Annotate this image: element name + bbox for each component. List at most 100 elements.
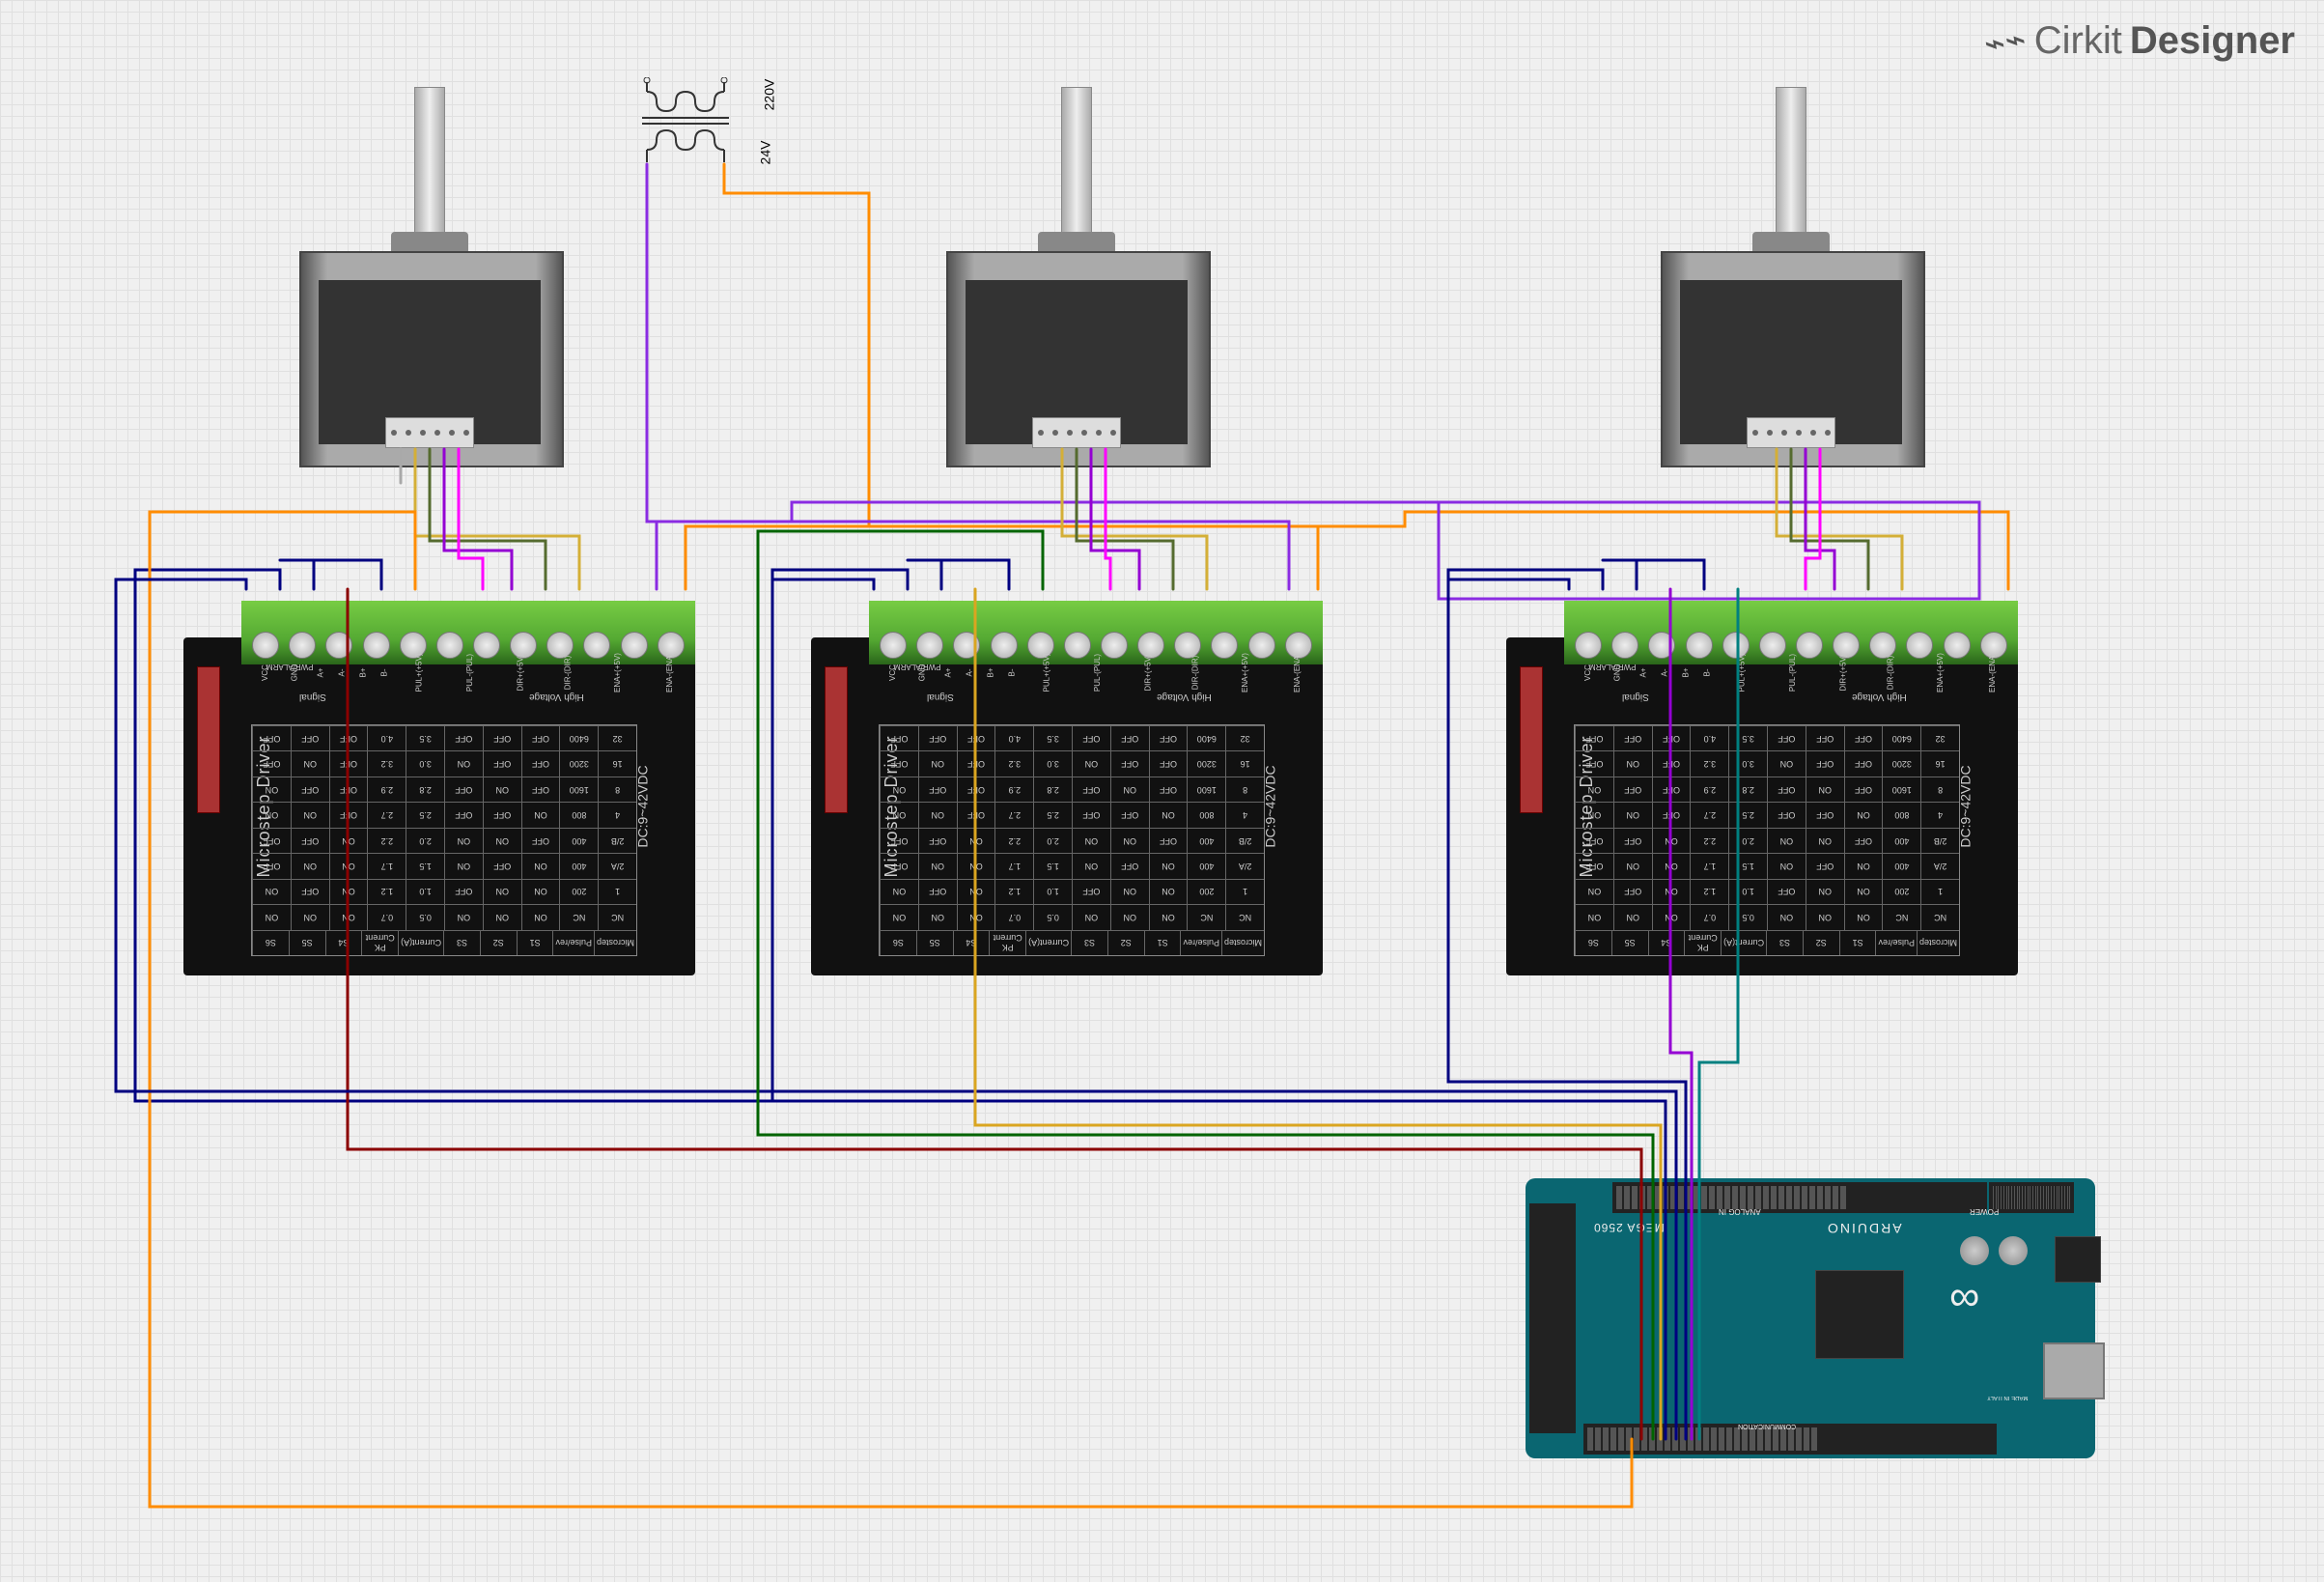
header-pin[interactable] <box>2025 1186 2026 1209</box>
header-pin[interactable] <box>1763 1186 1769 1209</box>
header-pin[interactable] <box>1817 1186 1823 1209</box>
terminal-screw[interactable] <box>252 632 279 659</box>
header-pin[interactable] <box>2046 1186 2047 1209</box>
transformer[interactable] <box>637 77 734 164</box>
header-pin[interactable] <box>1703 1427 1709 1451</box>
header-pin[interactable] <box>1694 1186 1699 1209</box>
driver-dip-switches[interactable] <box>1520 666 1543 813</box>
stepper-motor-1[interactable] <box>299 87 560 444</box>
microstep-driver-3[interactable]: ENA-(ENA)ENA+(+5V)DIR-(DIR)DIR+(+5V)PUL-… <box>1506 637 2018 975</box>
header-pin[interactable] <box>1825 1186 1831 1209</box>
header-pin[interactable] <box>2054 1186 2055 1209</box>
header-pin[interactable] <box>1618 1427 1624 1451</box>
terminal-screw[interactable] <box>1759 632 1786 659</box>
header-pin[interactable] <box>1670 1186 1676 1209</box>
terminal-screw[interactable] <box>583 632 610 659</box>
header-pin[interactable] <box>2019 1186 2020 1209</box>
terminal-screw[interactable] <box>363 632 390 659</box>
header-pin[interactable] <box>1634 1427 1639 1451</box>
header-pin[interactable] <box>1709 1186 1715 1209</box>
terminal-screw[interactable] <box>953 632 980 659</box>
header-pin[interactable] <box>1726 1427 1732 1451</box>
header-pin[interactable] <box>1794 1186 1800 1209</box>
header-pin[interactable] <box>1748 1186 1753 1209</box>
terminal-screw[interactable] <box>1648 632 1675 659</box>
header-pin[interactable] <box>1711 1427 1717 1451</box>
header-pin[interactable] <box>1773 1427 1778 1451</box>
header-pin[interactable] <box>1695 1427 1701 1451</box>
terminal-screw[interactable] <box>991 632 1018 659</box>
terminal-screw[interactable] <box>1211 632 1238 659</box>
header-pin[interactable] <box>1998 1186 1999 1209</box>
header-pin[interactable] <box>1811 1427 1817 1451</box>
header-pin[interactable] <box>1740 1186 1746 1209</box>
power-jack[interactable] <box>2055 1236 2101 1283</box>
header-pin[interactable] <box>1639 1186 1645 1209</box>
header-pin[interactable] <box>1680 1427 1686 1451</box>
header-pin[interactable] <box>2008 1186 2009 1209</box>
header-pin[interactable] <box>2011 1186 2012 1209</box>
header-pin[interactable] <box>2067 1186 2068 1209</box>
header-pin[interactable] <box>1587 1427 1593 1451</box>
header-pin[interactable] <box>2017 1186 2018 1209</box>
header-pin[interactable] <box>1688 1427 1694 1451</box>
header-pin[interactable] <box>1624 1186 1630 1209</box>
stepper-motor-3[interactable] <box>1661 87 1921 444</box>
terminal-screw[interactable] <box>1796 632 1823 659</box>
header-pin[interactable] <box>2058 1186 2059 1209</box>
header-pin[interactable] <box>1610 1427 1616 1451</box>
header-pin[interactable] <box>1778 1186 1784 1209</box>
header-pin[interactable] <box>1742 1427 1748 1451</box>
header-pin[interactable] <box>2040 1186 2041 1209</box>
header-pin[interactable] <box>1996 1186 1997 1209</box>
header-pin[interactable] <box>1732 1186 1738 1209</box>
stepper-motor-2[interactable] <box>946 87 1207 444</box>
header-pin[interactable] <box>1765 1427 1771 1451</box>
terminal-screw[interactable] <box>1944 632 1971 659</box>
arduino-mega-2560[interactable]: ARDUINO MEGA 2560 ∞ POWER ANALOG IN COMM… <box>1526 1178 2095 1458</box>
header-pin[interactable] <box>1780 1427 1786 1451</box>
header-pin[interactable] <box>1678 1186 1684 1209</box>
header-pin[interactable] <box>1788 1427 1794 1451</box>
header-pin[interactable] <box>1993 1186 1994 1209</box>
terminal-screw[interactable] <box>1906 632 1933 659</box>
header-pin[interactable] <box>1786 1186 1792 1209</box>
header-pin[interactable] <box>1719 1427 1724 1451</box>
mega-header-top[interactable] <box>1612 1182 1987 1213</box>
header-pin[interactable] <box>2032 1186 2033 1209</box>
header-pin[interactable] <box>1616 1186 1622 1209</box>
terminal-screw[interactable] <box>916 632 943 659</box>
terminal-screw[interactable] <box>473 632 500 659</box>
mega-header-top-2[interactable] <box>1989 1182 2074 1213</box>
terminal-screw[interactable] <box>1575 632 1602 659</box>
header-pin[interactable] <box>1771 1186 1777 1209</box>
header-pin[interactable] <box>1750 1427 1755 1451</box>
header-pin[interactable] <box>1647 1186 1653 1209</box>
terminal-screw[interactable] <box>289 632 316 659</box>
header-pin[interactable] <box>1755 1186 1761 1209</box>
header-pin[interactable] <box>2064 1186 2065 1209</box>
header-pin[interactable] <box>1626 1427 1632 1451</box>
driver-dip-switches[interactable] <box>197 666 220 813</box>
header-pin[interactable] <box>1663 1186 1668 1209</box>
header-pin[interactable] <box>2022 1186 2023 1209</box>
header-pin[interactable] <box>2037 1186 2038 1209</box>
mega-header-side[interactable] <box>1529 1203 1576 1433</box>
header-pin[interactable] <box>2003 1186 2004 1209</box>
terminal-screw[interactable] <box>436 632 463 659</box>
header-pin[interactable] <box>1701 1186 1707 1209</box>
microstep-driver-2[interactable]: ENA-(ENA)ENA+(+5V)DIR-(DIR)DIR+(+5V)PUL-… <box>811 637 1323 975</box>
header-pin[interactable] <box>1724 1186 1730 1209</box>
terminal-screw[interactable] <box>1611 632 1638 659</box>
header-pin[interactable] <box>1717 1186 1722 1209</box>
microstep-driver-1[interactable]: ENA-(ENA)ENA+(+5V)DIR-(DIR)DIR+(+5V)PUL-… <box>183 637 695 975</box>
header-pin[interactable] <box>1603 1427 1609 1451</box>
header-pin[interactable] <box>2028 1186 2029 1209</box>
header-pin[interactable] <box>1632 1186 1638 1209</box>
header-pin[interactable] <box>1840 1186 1846 1209</box>
terminal-screw[interactable] <box>1686 632 1713 659</box>
terminal-screw[interactable] <box>325 632 352 659</box>
header-pin[interactable] <box>1757 1427 1763 1451</box>
driver-dip-switches[interactable] <box>825 666 848 813</box>
header-pin[interactable] <box>2014 1186 2015 1209</box>
